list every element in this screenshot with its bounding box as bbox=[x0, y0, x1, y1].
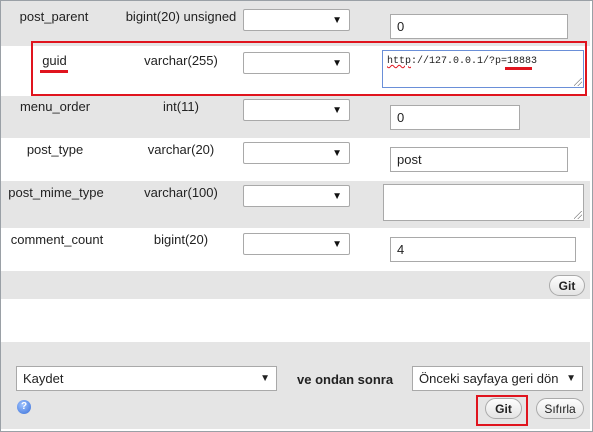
function-select[interactable]: ▼ bbox=[243, 9, 350, 31]
after-insert-value: Önceki sayfaya geri dön bbox=[419, 371, 559, 386]
chevron-down-icon: ▼ bbox=[260, 373, 270, 384]
value-input[interactable]: 4 bbox=[390, 237, 576, 262]
field-row-menu-order: menu_order int(11) ▼ 0 bbox=[1, 96, 590, 138]
field-row-post-parent: post_parent bigint(20) unsigned ▼ 0 bbox=[1, 1, 590, 46]
underline-guid-label bbox=[40, 70, 68, 73]
field-type: int(11) bbox=[163, 99, 199, 114]
chevron-down-icon: ▼ bbox=[332, 105, 342, 116]
function-select[interactable]: ▼ bbox=[243, 142, 350, 164]
reset-button[interactable]: Sıfırla bbox=[536, 398, 584, 419]
value-input[interactable]: 0 bbox=[390, 14, 568, 39]
field-type: bigint(20) unsigned bbox=[125, 9, 237, 24]
highlight-go-button bbox=[476, 395, 528, 426]
function-select[interactable]: ▼ bbox=[243, 185, 350, 207]
action-select-value: Kaydet bbox=[23, 371, 64, 386]
field-row-comment-count: comment_count bigint(20) ▼ 4 bbox=[1, 228, 590, 271]
highlight-guid-row bbox=[31, 41, 587, 96]
field-type: varchar(20) bbox=[147, 142, 215, 157]
chevron-down-icon: ▼ bbox=[332, 191, 342, 202]
field-row-post-type: post_type varchar(20) ▼ post bbox=[1, 138, 590, 181]
field-name: post_mime_type bbox=[8, 185, 104, 200]
field-name: post_type bbox=[26, 142, 84, 157]
field-name: comment_count bbox=[10, 232, 104, 247]
field-type: bigint(20) bbox=[153, 232, 209, 247]
function-select[interactable]: ▼ bbox=[243, 99, 350, 121]
underline-post-id bbox=[505, 67, 532, 70]
chevron-down-icon: ▼ bbox=[332, 15, 342, 26]
chevron-down-icon: ▼ bbox=[332, 148, 342, 159]
then-label: ve ondan sonra bbox=[297, 372, 394, 387]
chevron-down-icon: ▼ bbox=[566, 373, 576, 384]
function-select[interactable]: ▼ bbox=[243, 233, 350, 255]
value-textarea[interactable] bbox=[383, 184, 584, 221]
field-row-post-mime-type: post_mime_type varchar(100) ▼ bbox=[1, 181, 590, 228]
field-name: menu_order bbox=[19, 99, 91, 114]
chevron-down-icon: ▼ bbox=[332, 239, 342, 250]
after-insert-select[interactable]: Önceki sayfaya geri dön ▼ bbox=[412, 366, 583, 391]
action-select[interactable]: Kaydet ▼ bbox=[16, 366, 277, 391]
help-icon[interactable]: ? bbox=[17, 400, 31, 414]
go-button[interactable]: Git bbox=[549, 275, 585, 296]
field-type: varchar(100) bbox=[144, 185, 218, 200]
field-name: post_parent bbox=[19, 9, 89, 24]
value-input[interactable]: 0 bbox=[390, 105, 520, 130]
go-bar: Git bbox=[1, 271, 590, 299]
value-input[interactable]: post bbox=[390, 147, 568, 172]
